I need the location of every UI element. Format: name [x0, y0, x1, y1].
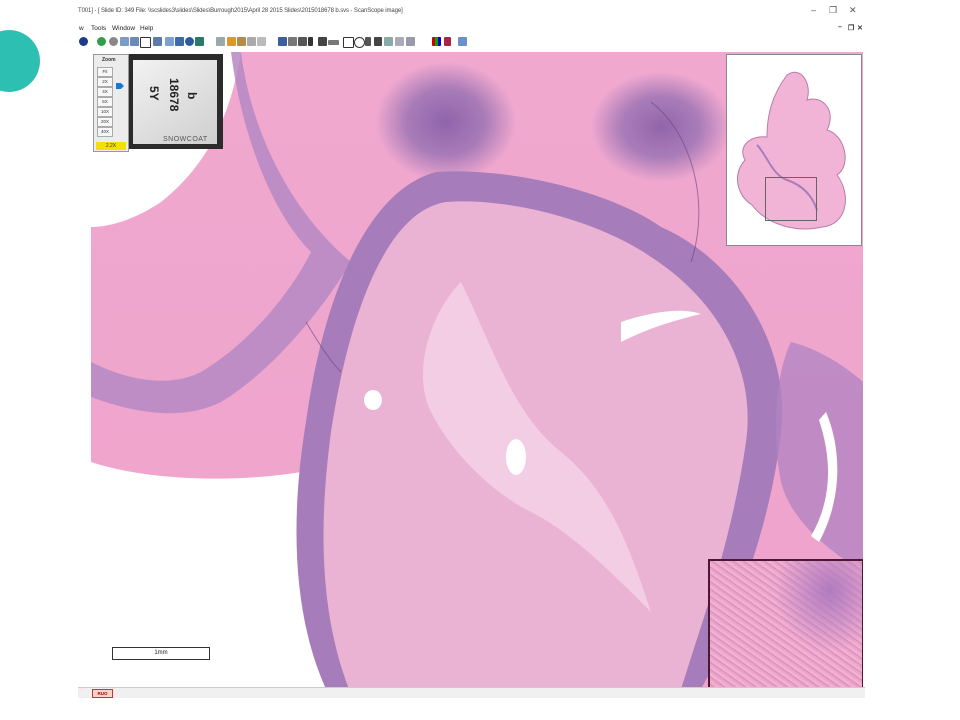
help-icon[interactable] — [458, 37, 467, 46]
ruo-badge: RUO — [92, 689, 113, 698]
hash-tool-icon[interactable] — [374, 37, 382, 46]
layers-icon[interactable] — [237, 37, 246, 46]
zoom-title: Zoom — [102, 57, 116, 63]
menu-tools[interactable]: Tools — [91, 25, 106, 32]
mdi-restore-button[interactable]: ❐ — [848, 24, 854, 32]
menu-help[interactable]: Help — [140, 25, 153, 32]
annotation-icon[interactable] — [227, 37, 236, 46]
view-icon[interactable] — [153, 37, 162, 46]
label-brand: SNOWCOAT — [163, 136, 208, 143]
layout-icon[interactable] — [175, 37, 184, 46]
select-tool-icon[interactable] — [140, 37, 151, 48]
overview-viewport-frame[interactable] — [765, 177, 817, 221]
link-icon[interactable] — [257, 37, 266, 46]
mdi-minimize-button[interactable]: – — [838, 24, 842, 31]
label-text-line: 5Y — [147, 86, 161, 101]
rectangle-tool-icon[interactable] — [343, 37, 354, 48]
zoom-panel: Zoom Fit 2X 4X 5X 10X 20X 40X 2.2X — [93, 54, 129, 152]
vessel — [506, 439, 526, 475]
ellipse-tool-icon[interactable] — [354, 37, 365, 48]
pen-icon[interactable] — [308, 37, 313, 46]
status-bar: RUO — [78, 687, 865, 698]
label-text-line: b — [185, 92, 199, 100]
zoom-current-value: 2.2X — [96, 142, 126, 150]
title-bar: T001] - [ Slide ID: 349 File: \\scslides… — [78, 0, 865, 22]
close-button[interactable]: ✕ — [849, 5, 857, 15]
overview-thumbnail[interactable] — [726, 54, 862, 246]
zoom-level-10x[interactable]: 10X — [97, 107, 113, 117]
slide-label-image: 5Y 18678 b SNOWCOAT — [133, 60, 217, 144]
arrow-tool-icon[interactable] — [365, 37, 371, 46]
label-text-line: 18678 — [167, 78, 181, 112]
grid-icon[interactable] — [195, 37, 204, 46]
scanscope-window: T001] - [ Slide ID: 349 File: \\scslides… — [78, 0, 865, 698]
window-icon[interactable] — [298, 37, 307, 46]
speaker-icon[interactable] — [318, 37, 327, 46]
zoom-pointer-icon[interactable] — [116, 83, 124, 89]
edit-icon[interactable] — [216, 37, 225, 46]
magnifier-panel — [708, 559, 863, 689]
zoom-level-20x[interactable]: 20X — [97, 117, 113, 127]
zoom-level-40x[interactable]: 40X — [97, 127, 113, 137]
copy-icon[interactable] — [395, 37, 404, 46]
histogram-icon[interactable] — [444, 37, 451, 46]
color-adjust-icon[interactable] — [432, 37, 441, 46]
decorative-circle — [0, 30, 40, 92]
paste-icon[interactable] — [406, 37, 415, 46]
pan-hand-icon[interactable] — [278, 37, 287, 46]
zoom-level-fit[interactable]: Fit — [97, 67, 113, 77]
frame-icon[interactable] — [288, 37, 297, 46]
scale-bar: 1mm — [112, 647, 210, 660]
ruler-icon[interactable] — [384, 37, 393, 46]
window-title: T001] - [ Slide ID: 349 File: \\scslides… — [78, 8, 403, 14]
label-preview: Zoom Fit 2X 4X 5X 10X 20X 40X 2.2X 5Y 18… — [93, 54, 223, 152]
zoom-level-4x[interactable]: 4X — [97, 87, 113, 97]
magnify-icon[interactable] — [185, 37, 194, 46]
toolbar — [78, 35, 865, 50]
refresh-icon[interactable] — [109, 37, 118, 46]
menu-bar: w Tools Window Help – ❐ ✕ — [78, 22, 865, 35]
rotate-icon[interactable] — [247, 37, 256, 46]
thumbnail-icon[interactable] — [165, 37, 174, 46]
menu-view[interactable]: w — [79, 25, 84, 32]
forward-icon[interactable] — [97, 37, 106, 46]
mdi-close-button[interactable]: ✕ — [857, 24, 863, 32]
forward-nav-icon[interactable] — [130, 37, 139, 46]
zoom-level-5x[interactable]: 5X — [97, 97, 113, 107]
menu-window[interactable]: Window — [112, 25, 135, 32]
vessel — [364, 390, 382, 410]
restore-button[interactable]: ❐ — [829, 5, 837, 15]
measure-icon[interactable] — [328, 40, 339, 45]
app-icon — [79, 37, 88, 46]
back-nav-icon[interactable] — [120, 37, 129, 46]
zoom-level-2x[interactable]: 2X — [97, 77, 113, 87]
slide-viewer[interactable]: Zoom Fit 2X 4X 5X 10X 20X 40X 2.2X 5Y 18… — [91, 52, 863, 689]
minimize-button[interactable]: – — [811, 5, 816, 15]
